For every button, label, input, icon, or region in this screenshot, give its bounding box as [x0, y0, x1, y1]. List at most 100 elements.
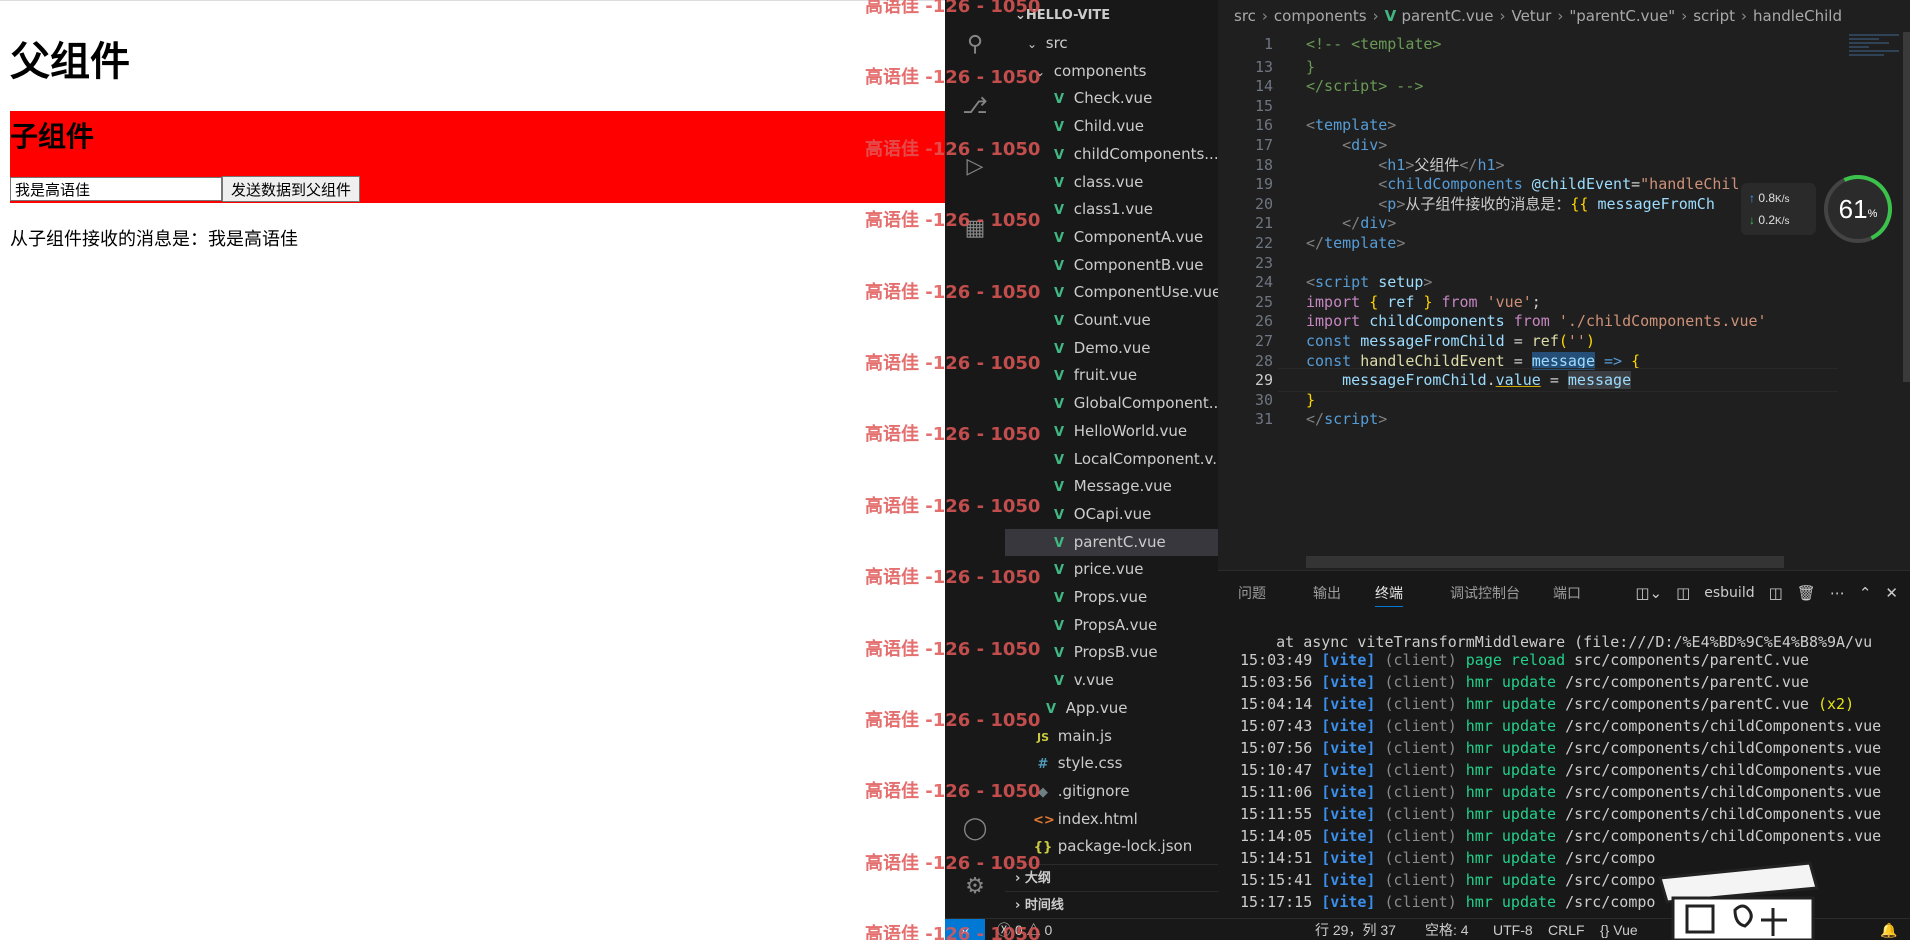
breadcrumb-item[interactable]: handleChild: [1753, 7, 1842, 25]
terminal-token: /src/components/childComponents.vue: [1556, 739, 1882, 757]
tree-item[interactable]: # style.css: [1005, 750, 1218, 777]
panel-tab[interactable]: 问题: [1238, 583, 1266, 607]
tree-item[interactable]: V class.vue: [1005, 169, 1218, 196]
cursor-position[interactable]: 行 29，列 37: [1315, 919, 1396, 940]
tree-item[interactable]: V parentC.vue: [1005, 528, 1218, 556]
tree-item[interactable]: V ComponentB.vue: [1005, 252, 1218, 279]
search-icon[interactable]: ⚲: [959, 28, 991, 60]
vue-file-icon: V: [1053, 507, 1065, 523]
send-to-parent-button[interactable]: 发送数据到父组件: [222, 176, 361, 202]
terminal-token: 15:03:49: [1240, 651, 1322, 669]
tree-item-label: Demo.vue: [1069, 338, 1151, 357]
terminal-token: (client): [1375, 849, 1466, 867]
tree-item[interactable]: V Count.vue: [1005, 307, 1218, 334]
tree-item-label: fruit.vue: [1069, 366, 1138, 385]
breadcrumb-separator-icon: ›: [1557, 7, 1564, 25]
vue-file-icon: V: [1053, 92, 1065, 108]
breadcrumb-item[interactable]: parentC.vue: [1401, 7, 1493, 25]
terminal-icon[interactable]: ◫: [1676, 584, 1690, 602]
trash-icon[interactable]: 🗑: [1797, 584, 1816, 602]
terminal-token: (client): [1375, 695, 1466, 713]
split-terminal-icon[interactable]: ◫: [1769, 584, 1783, 602]
breadcrumb-item[interactable]: script: [1693, 7, 1735, 25]
terminal-token: (client): [1375, 739, 1466, 757]
vue-file-icon: V: [1053, 175, 1065, 191]
vue-file-icon: V: [1053, 147, 1065, 163]
chevron-right-icon: ›: [1015, 898, 1021, 913]
terminal-line: 15:03:49 [vite] (client) page reload src…: [1240, 649, 1809, 671]
terminal-line: 15:07:56 [vite] (client) hmr update /src…: [1240, 737, 1881, 759]
terminal-token: hmr update: [1465, 783, 1557, 801]
terminal-token: 15:15:41: [1240, 871, 1322, 889]
terminal-line: 15:10:47 [vite] (client) hmr update /src…: [1240, 759, 1881, 781]
tree-item[interactable]: V GlobalComponent....: [1005, 390, 1218, 417]
vue-file-icon: V: [1053, 480, 1065, 496]
account-icon[interactable]: ◯: [959, 812, 991, 844]
terminal-token: [vite]: [1321, 695, 1376, 713]
breadcrumb-item[interactable]: src: [1234, 7, 1256, 25]
breadcrumb-item[interactable]: components: [1274, 7, 1367, 25]
breadcrumb-item[interactable]: Vetur: [1511, 7, 1551, 25]
code-editor[interactable]: src › components › V parentC.vue › Vetur › "pare…: [1218, 0, 1910, 570]
terminal-token: (client): [1375, 717, 1466, 735]
timeline-section[interactable]: › 时间线: [1005, 891, 1218, 918]
horizontal-scrollbar[interactable]: [1306, 556, 1784, 568]
source-control-icon[interactable]: ⎇: [959, 90, 991, 122]
message-input[interactable]: [10, 177, 222, 201]
terminal-token: [vite]: [1321, 827, 1376, 845]
panel-tab[interactable]: 端口: [1553, 583, 1581, 607]
panel-tab[interactable]: 终端: [1375, 583, 1403, 607]
terminal-token: /src/components/parentC.vue: [1556, 673, 1809, 691]
terminal-token: hmr update: [1465, 739, 1557, 757]
terminal-token: [vite]: [1321, 893, 1376, 911]
close-panel-icon[interactable]: ✕: [1885, 584, 1898, 602]
tree-item-label: PropsA.vue: [1069, 615, 1158, 634]
tree-item-label: ComponentB.vue: [1069, 255, 1204, 274]
tree-item-label: price.vue: [1069, 560, 1144, 579]
split-layout-icon[interactable]: ◫⌄: [1635, 584, 1662, 602]
notifications-icon[interactable]: 🔔: [1880, 919, 1897, 940]
terminal-line: 15:14:05 [vite] (client) hmr update /src…: [1240, 825, 1881, 847]
watermark-text: 高语佳 -126 - 1050: [865, 0, 1041, 17]
terminal-token: src/components/parentC.vue: [1565, 651, 1809, 669]
vue-file-icon: V: [1053, 230, 1065, 246]
tree-item[interactable]: V LocalComponent.v...: [1005, 446, 1218, 473]
code-line[interactable]: 1 <!-- <template>: [1218, 32, 1838, 56]
braces-icon: {}: [1600, 922, 1610, 938]
tree-item-label: LocalComponent.v...: [1069, 449, 1218, 468]
settings-gear-icon[interactable]: ⚙: [959, 870, 991, 902]
watermark-text: 高语佳 -126 - 1050: [865, 210, 1041, 232]
terminal-token: (client): [1375, 893, 1466, 911]
tree-item[interactable]: V Check.vue: [1005, 85, 1218, 112]
terminal-token: 15:07:43: [1240, 717, 1322, 735]
tree-item-label: Props.vue: [1069, 588, 1148, 606]
code-text: </script>: [1306, 410, 1388, 429]
tree-item[interactable]: V v.vue: [1005, 667, 1218, 694]
vue-file-icon: V: [1053, 646, 1065, 662]
tree-item[interactable]: ⌄ src: [1005, 30, 1218, 57]
encoding-status[interactable]: UTF-8: [1493, 919, 1533, 940]
vue-file-icon: V: [1053, 424, 1065, 440]
eol-status[interactable]: CRLF: [1548, 919, 1585, 940]
tree-item-label: src: [1041, 34, 1068, 52]
indentation-status[interactable]: 空格: 4: [1425, 919, 1469, 940]
breadcrumb-item[interactable]: "parentC.vue": [1569, 7, 1675, 25]
panel-tab[interactable]: 输出: [1313, 583, 1341, 607]
code-line[interactable]: 31 </script>: [1218, 407, 1838, 431]
more-icon[interactable]: ⋯: [1830, 584, 1845, 602]
vue-file-icon: V: [1053, 674, 1065, 690]
maximize-panel-icon[interactable]: ⌃: [1859, 584, 1872, 602]
language-mode[interactable]: {} Vue: [1600, 919, 1638, 940]
tree-item-label: App.vue: [1061, 698, 1128, 717]
tree-item-label: Child.vue: [1069, 117, 1144, 136]
code-area[interactable]: 1 <!-- <template> 13} 14 </script> --> 15 16 <t…: [1218, 32, 1910, 562]
panel-tab[interactable]: 调试控制台: [1450, 583, 1520, 607]
breadcrumb: src › components › V parentC.vue › Vetur › "pare…: [1218, 0, 1910, 32]
tree-item[interactable]: <> index.html: [1005, 806, 1218, 833]
received-message: 从子组件接收的消息是：我是高语佳: [10, 225, 298, 251]
terminal-token: 15:10:47: [1240, 761, 1322, 779]
vue-file-icon: V: [1053, 203, 1065, 219]
terminal-name[interactable]: esbuild: [1704, 585, 1754, 601]
terminal-token: /src/components/childComponents.vue: [1556, 827, 1882, 845]
minimap[interactable]: [1845, 32, 1903, 152]
